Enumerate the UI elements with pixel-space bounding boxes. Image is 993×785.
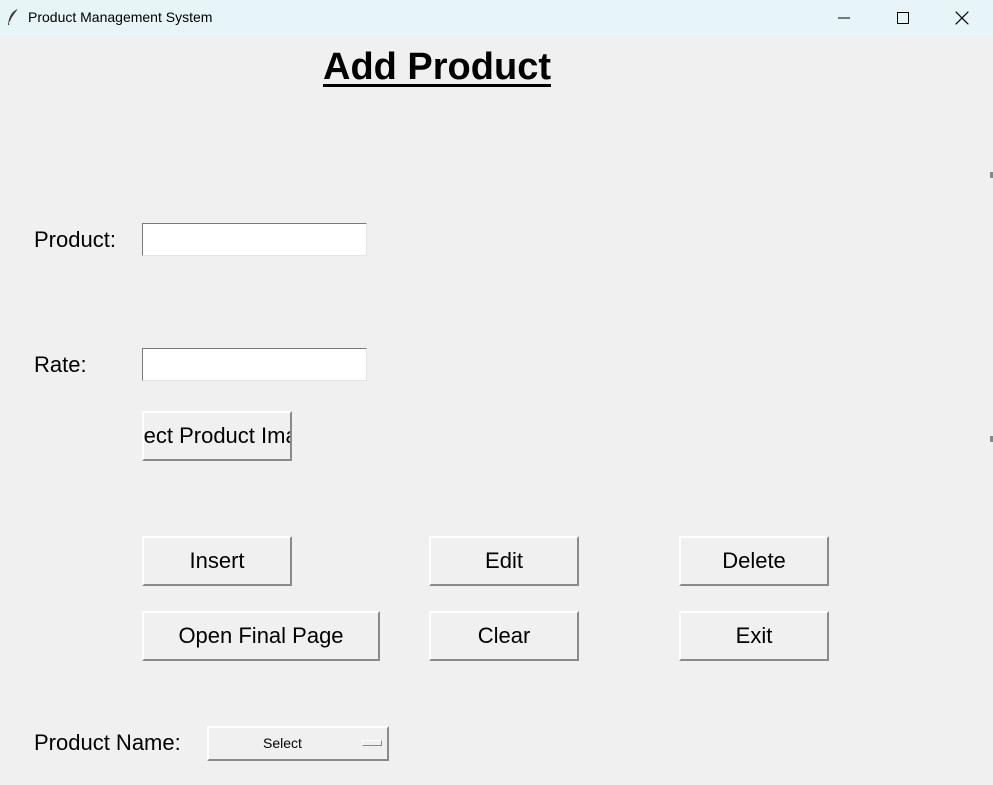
dropdown-indicator-icon: [362, 740, 382, 746]
maximize-button[interactable]: [874, 0, 932, 36]
dropdown-selected-value: Select: [263, 735, 302, 751]
exit-button[interactable]: Exit: [679, 611, 829, 661]
product-name-dropdown[interactable]: Select: [207, 726, 389, 761]
rate-label: Rate:: [34, 352, 87, 377]
edit-button[interactable]: Edit: [429, 536, 579, 586]
feather-icon: [6, 8, 20, 26]
delete-button[interactable]: Delete: [679, 536, 829, 586]
select-product-image-button[interactable]: Select Product Image: [142, 411, 292, 461]
app-window: Product Management System Add Product Pr…: [0, 0, 993, 785]
minimize-button[interactable]: [815, 0, 873, 36]
page-title: Add Product: [323, 46, 551, 88]
window-title: Product Management System: [28, 9, 213, 25]
rate-input[interactable]: [142, 348, 367, 381]
product-name-label: Product Name:: [34, 730, 181, 755]
title-bar[interactable]: Product Management System: [0, 0, 993, 36]
product-input[interactable]: [142, 223, 367, 256]
close-icon: [955, 11, 969, 25]
clear-button[interactable]: Clear: [429, 611, 579, 661]
product-label: Product:: [34, 227, 116, 252]
insert-button[interactable]: Insert: [142, 536, 292, 586]
close-button[interactable]: [933, 0, 991, 36]
maximize-icon: [897, 12, 909, 24]
open-final-page-button[interactable]: Open Final Page: [142, 611, 380, 661]
minimize-icon: [838, 17, 850, 19]
